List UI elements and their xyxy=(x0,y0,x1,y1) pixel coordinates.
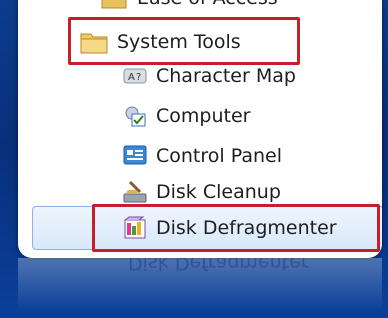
folder-icon xyxy=(100,0,128,10)
menu-item-label: Character Map xyxy=(156,65,296,87)
menu-item-label: Control Panel xyxy=(156,145,282,167)
folder-icon xyxy=(80,30,108,54)
reflection-area: Disk Defragmenter xyxy=(18,258,382,318)
menu-item-label: Computer xyxy=(156,105,251,127)
menu-item-label: Disk Defragmenter xyxy=(156,217,337,239)
menu-item-computer[interactable]: Computer xyxy=(123,101,250,131)
menu-item-disk-cleanup[interactable]: Disk Cleanup xyxy=(123,177,281,207)
start-menu-panel: Ease of Access System Tools A ? Characte… xyxy=(18,0,382,258)
computer-icon xyxy=(123,104,147,128)
menu-item-label: Ease of Access xyxy=(137,0,278,9)
menu-item-control-panel[interactable]: Control Panel xyxy=(123,141,282,171)
character-map-icon: A ? xyxy=(123,64,147,88)
reflection-text: Disk Defragmenter xyxy=(128,258,309,274)
menu-item-label: Disk Cleanup xyxy=(156,181,281,203)
menu-item-ease-of-access[interactable]: Ease of Access xyxy=(100,0,278,13)
svg-text:A: A xyxy=(128,72,135,83)
menu-item-disk-defragmenter[interactable]: Disk Defragmenter xyxy=(123,213,337,243)
disk-defragmenter-icon xyxy=(123,216,147,240)
folder-label: System Tools xyxy=(117,31,241,53)
svg-text:?: ? xyxy=(136,72,141,83)
control-panel-icon xyxy=(123,144,147,168)
disk-cleanup-icon xyxy=(123,180,147,204)
menu-item-character-map[interactable]: A ? Character Map xyxy=(123,61,296,91)
folder-system-tools[interactable]: System Tools xyxy=(80,27,241,57)
